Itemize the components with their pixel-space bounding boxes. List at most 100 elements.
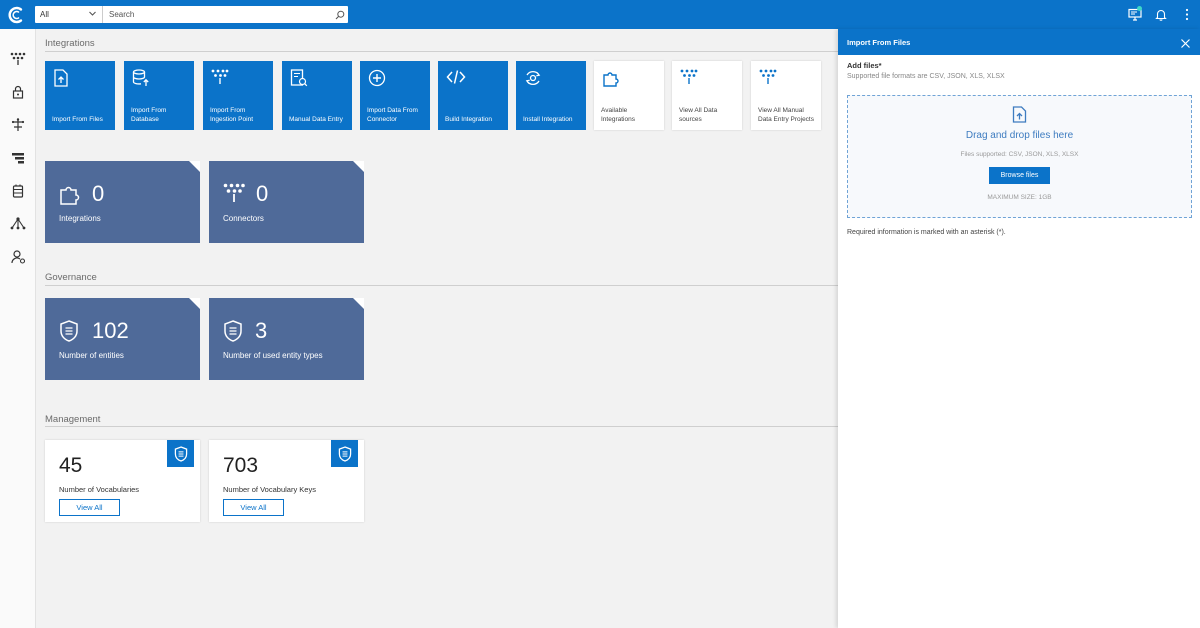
nav-database-icon[interactable] xyxy=(0,174,36,207)
section-title-integrations: Integrations xyxy=(45,38,95,49)
ingestion-point-icon xyxy=(211,69,229,88)
stat-label: Number of used entity types xyxy=(223,351,323,360)
nav-fan-icon[interactable] xyxy=(0,42,36,75)
c-logo-icon[interactable] xyxy=(0,0,32,29)
monitor-icon[interactable] xyxy=(1122,0,1148,29)
plus-circle-icon xyxy=(368,69,386,90)
search-scope-select[interactable]: All xyxy=(35,6,103,23)
section-divider xyxy=(45,285,838,286)
tile-build-integration[interactable]: Build Integration xyxy=(438,61,508,130)
stat-value: 3 xyxy=(255,318,268,343)
dropzone-supported-text: Files supported: CSV, JSON, XLS, XLSX xyxy=(960,151,1079,158)
shield-icon xyxy=(167,440,194,467)
top-bar: All xyxy=(0,0,1200,29)
search-input[interactable] xyxy=(103,6,332,23)
nav-user-settings-icon[interactable] xyxy=(0,240,36,273)
tile-import-data-from-connector[interactable]: Import Data From Connector xyxy=(360,61,430,130)
panel-header: Import From Files xyxy=(838,29,1200,55)
vocabulary-keys-count: 703 xyxy=(223,454,259,477)
file-dropzone[interactable]: Drag and drop files here Files supported… xyxy=(847,95,1192,218)
tile-label: Build Integration xyxy=(445,116,492,123)
corner-flag xyxy=(353,298,364,309)
stat-integrations[interactable]: 0 Integrations xyxy=(45,161,200,243)
left-nav xyxy=(0,29,36,628)
stat-value: 0 xyxy=(256,181,269,206)
corner-flag xyxy=(189,298,200,309)
section-title-management: Management xyxy=(45,414,101,425)
card-vocabularies: 45 Number of Vocabularies View All xyxy=(45,440,200,522)
puzzle-icon xyxy=(59,183,83,210)
install-icon xyxy=(524,69,542,90)
stat-label: Integrations xyxy=(59,214,101,223)
stat-value: 0 xyxy=(92,181,105,206)
database-upload-icon xyxy=(132,69,150,90)
dropzone-title: Drag and drop files here xyxy=(965,130,1074,141)
tile-label: Import From Ingestion Point xyxy=(210,107,254,123)
connector-icon xyxy=(223,183,245,208)
tile-manual-data-entry[interactable]: Manual Data Entry xyxy=(282,61,352,130)
search-scope-value: All xyxy=(40,10,49,19)
file-upload-icon xyxy=(53,69,69,90)
tile-available-integrations[interactable]: Available Integrations xyxy=(594,61,664,130)
stat-connectors[interactable]: 0 Connectors xyxy=(209,161,364,243)
search-bar: All xyxy=(35,6,348,23)
vocabularies-label: Number of Vocabularies xyxy=(59,485,140,494)
stat-number-of-used-entity-types[interactable]: 3 Number of used entity types xyxy=(209,298,364,380)
close-icon[interactable] xyxy=(1180,36,1191,54)
add-files-label: Add files* xyxy=(847,61,882,70)
stat-label: Number of entities xyxy=(59,351,124,360)
tile-import-from-ingestion-point[interactable]: Import From Ingestion Point xyxy=(203,61,273,130)
vocabularies-count: 45 xyxy=(59,454,83,477)
card-vocabulary-keys: 703 Number of Vocabulary Keys View All xyxy=(209,440,364,522)
section-divider xyxy=(45,51,838,52)
shield-icon xyxy=(223,320,243,347)
bell-icon[interactable] xyxy=(1148,0,1174,29)
tile-label: View All Manual Data Entry Projects xyxy=(758,107,814,123)
main-content: Integrations Import From Files Import Fr… xyxy=(36,29,838,628)
required-info-text: Required information is marked with an a… xyxy=(847,229,1006,236)
tile-import-from-files[interactable]: Import From Files xyxy=(45,61,115,130)
browse-files-button[interactable]: Browse files xyxy=(989,167,1050,184)
data-sources-icon xyxy=(680,69,698,88)
stat-value: 102 xyxy=(92,318,129,343)
search-icon[interactable] xyxy=(332,6,348,23)
tile-view-all-data-sources[interactable]: View All Data sources xyxy=(672,61,742,130)
tile-label: Import Data From Connector xyxy=(367,107,418,123)
supported-formats-text: Supported file formats are CSV, JSON, XL… xyxy=(847,73,1005,80)
stat-label: Connectors xyxy=(223,214,264,223)
tile-label: Import From Database xyxy=(131,107,167,123)
section-divider xyxy=(45,426,838,427)
shield-icon xyxy=(59,320,79,347)
corner-flag xyxy=(189,161,200,172)
tile-view-all-manual-data-entry-projects[interactable]: View All Manual Data Entry Projects xyxy=(751,61,821,130)
chevron-down-icon xyxy=(88,9,97,20)
shield-icon xyxy=(331,440,358,467)
stat-number-of-entities[interactable]: 102 Number of entities xyxy=(45,298,200,380)
file-upload-icon xyxy=(1012,106,1027,128)
nav-lock-icon[interactable] xyxy=(0,75,36,108)
tile-label: Install Integration xyxy=(523,116,573,123)
vocabulary-keys-label: Number of Vocabulary Keys xyxy=(223,485,316,494)
nav-sliders-icon[interactable] xyxy=(0,141,36,174)
code-icon xyxy=(446,69,466,88)
nav-route-icon[interactable] xyxy=(0,108,36,141)
section-title-governance: Governance xyxy=(45,272,97,283)
notification-dot xyxy=(1137,6,1142,11)
tile-install-integration[interactable]: Install Integration xyxy=(516,61,586,130)
panel-title: Import From Files xyxy=(847,38,911,47)
tile-label: Manual Data Entry xyxy=(289,116,343,123)
puzzle-icon xyxy=(602,69,622,90)
manual-entry-icon xyxy=(290,69,308,90)
tile-import-from-database[interactable]: Import From Database xyxy=(124,61,194,130)
view-all-vocabulary-keys-button[interactable]: View All xyxy=(223,499,284,516)
corner-flag xyxy=(353,161,364,172)
nav-network-icon[interactable] xyxy=(0,207,36,240)
top-actions xyxy=(1122,0,1200,29)
dropzone-max-size: MAXIMUM SIZE: 1GB xyxy=(987,194,1052,201)
import-from-files-panel: Import From Files Add files* Supported f… xyxy=(838,29,1200,628)
view-all-vocabularies-button[interactable]: View All xyxy=(59,499,120,516)
more-vertical-icon[interactable] xyxy=(1174,0,1200,29)
tile-label: Available Integrations xyxy=(601,107,635,123)
manual-projects-icon xyxy=(759,69,777,88)
tile-label: Import From Files xyxy=(52,116,103,123)
